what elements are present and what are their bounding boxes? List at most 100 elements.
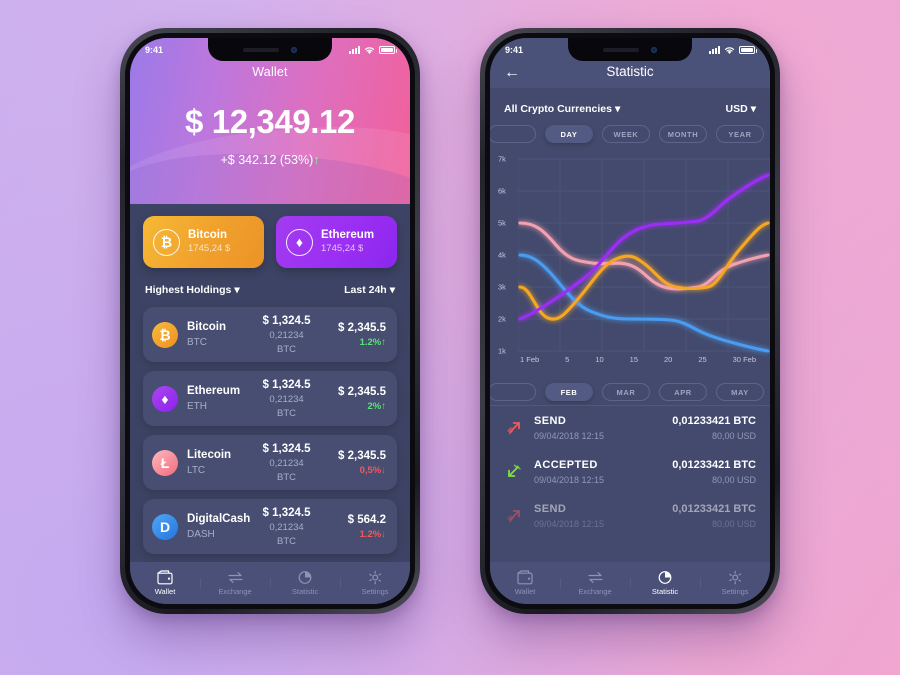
month-pill-feb[interactable]: FEB <box>545 383 593 401</box>
chevron-down-icon: ▾ <box>614 103 621 115</box>
list-item[interactable]: ACCEPTED 09/04/2018 12:15 0,01233421 BTC… <box>490 450 770 494</box>
coin-price-block: $ 1,324.5 0,21234 BTC <box>261 377 312 420</box>
phone-frame: 9:41 ← Statistic All Crypto Currencies ▾… <box>480 28 780 614</box>
month-selector: FEB MAR APR MAY <box>490 375 764 401</box>
transaction-type: SEND <box>534 415 567 427</box>
notch <box>568 38 692 61</box>
month-pill-mar[interactable]: MAR <box>602 383 650 401</box>
speaker-icon <box>243 47 279 52</box>
coin-price: $ 1,324.5 <box>262 507 311 520</box>
statistic-page: ← Statistic All Crypto Currencies ▾ USD ▾ <box>490 38 770 604</box>
list-filters: Highest Holdings ▾ Last 24h ▾ <box>145 280 395 298</box>
month-pill-partial[interactable] <box>490 383 536 401</box>
coin-change: 1.2%↓ <box>312 528 386 541</box>
transaction-fiat: 80,00 USD <box>711 474 756 485</box>
x-tick: 10 <box>595 355 604 364</box>
fiat-dropdown[interactable]: USD ▾ <box>726 99 756 117</box>
balance-amount: $ 12,349.12 <box>185 103 355 140</box>
tab-label: Settings <box>361 587 389 596</box>
coin-amount: 0,21234 BTC <box>269 458 304 483</box>
period-dropdown-label: Last 24h <box>344 284 387 296</box>
table-row[interactable]: D DigitalCash DASH $ 1,324.5 0,21234 BTC… <box>143 499 397 554</box>
battery-icon <box>739 46 757 54</box>
price-chart[interactable]: 7k 6k 5k 4k 3k 2k 1k 1 Feb 5 10 15 20 25… <box>494 153 770 371</box>
battery-icon <box>379 46 397 54</box>
chevron-down-icon: ▾ <box>750 103 756 115</box>
table-row[interactable]: ♦ Ethereum ETH $ 1,324.5 0,21234 BTC $ 2… <box>143 371 397 426</box>
statistic-icon <box>658 571 671 584</box>
statistic-icon <box>298 571 311 584</box>
quick-card-bitcoin[interactable]: ₿ Bitcoin 1745,24 $ <box>143 216 264 268</box>
back-arrow-icon[interactable]: ← <box>504 65 520 81</box>
transaction-info: SEND 09/04/2018 12:15 <box>534 501 662 531</box>
coin-amount: 0,21234 BTC <box>269 522 304 547</box>
sort-dropdown-label: Highest Holdings <box>145 284 232 296</box>
table-row[interactable]: ₿ Bitcoin BTC $ 1,324.5 0,21234 BTC $ 2,… <box>143 307 397 362</box>
coin-change-value: 1.2% <box>359 528 382 540</box>
coin-price-block: $ 1,324.5 0,21234 BTC <box>261 441 312 484</box>
coin-name: Litecoin <box>187 449 232 462</box>
quick-card-ethereum[interactable]: ♦ Ethereum 1745,24 $ <box>276 216 397 268</box>
send-arrow-icon <box>504 508 524 524</box>
range-pill-month[interactable]: MONTH <box>659 125 707 143</box>
month-pill-may[interactable]: MAY <box>716 383 764 401</box>
coin-price: $ 1,324.5 <box>262 443 311 456</box>
dash-icon: D <box>152 513 178 540</box>
tab-wallet[interactable]: Wallet <box>490 570 560 596</box>
coin-value: $ 2,345.5 <box>338 321 386 334</box>
x-tick: 15 <box>629 355 638 364</box>
month-pill-apr[interactable]: APR <box>659 383 707 401</box>
coin-identity: Bitcoin BTC <box>187 319 261 349</box>
tab-label: Exchange <box>218 587 252 596</box>
range-pill-day[interactable]: DAY <box>545 125 593 143</box>
coin-symbol: ETH <box>187 400 207 412</box>
signal-icon <box>349 46 360 54</box>
status-indicators <box>709 46 757 55</box>
period-dropdown[interactable]: Last 24h ▾ <box>344 280 395 298</box>
chart-canvas <box>518 158 770 353</box>
arrow-down-icon: ↓ <box>381 528 386 540</box>
tab-statistic[interactable]: Statistic <box>630 570 700 596</box>
status-time: 9:41 <box>145 45 164 55</box>
bottom-tab-bar: Wallet Exchange Statistic Settings <box>130 562 410 604</box>
wallet-page: Wallet $ 12,349.12 +$ 342.12 (53%)↑ ₿ Bi… <box>130 38 410 604</box>
phone-statistic: 9:41 ← Statistic All Crypto Currencies ▾… <box>480 28 780 614</box>
list-item[interactable]: SEND 09/04/2018 12:15 0,01233421 BTC 80,… <box>490 405 770 450</box>
tab-wallet[interactable]: Wallet <box>130 570 200 596</box>
quick-card-name: Ethereum <box>321 228 375 241</box>
coin-price-block: $ 1,324.5 0,21234 BTC <box>261 313 312 356</box>
phone-screen-wallet: 9:41 Wallet $ 12,349.12 +$ 342.12 (53%)↑… <box>130 38 410 604</box>
tab-settings[interactable]: Settings <box>340 570 410 596</box>
transaction-info: ACCEPTED 09/04/2018 12:15 <box>534 457 662 487</box>
currency-dropdown[interactable]: All Crypto Currencies ▾ <box>504 99 620 117</box>
coin-symbol: BTC <box>187 336 207 348</box>
sort-dropdown[interactable]: Highest Holdings ▾ <box>145 280 240 298</box>
tab-statistic[interactable]: Statistic <box>270 570 340 596</box>
range-pill-partial[interactable] <box>490 125 536 143</box>
coin-value: $ 564.2 <box>347 513 386 526</box>
range-pill-year[interactable]: YEAR <box>716 125 764 143</box>
chevron-down-icon: ▾ <box>234 284 240 296</box>
phone-wallet: 9:41 Wallet $ 12,349.12 +$ 342.12 (53%)↑… <box>120 28 420 614</box>
arrow-up-icon: ↑ <box>313 153 320 167</box>
coin-price: $ 1,324.5 <box>262 315 311 328</box>
list-item[interactable]: SEND 09/04/2018 12:15 0,01233421 BTC 80,… <box>490 494 770 538</box>
coin-change: 0,5%↓ <box>312 464 386 477</box>
phone-frame-inner: 9:41 ← Statistic All Crypto Currencies ▾… <box>485 33 775 609</box>
fiat-dropdown-label: USD <box>725 103 748 115</box>
send-arrow-icon <box>504 420 524 436</box>
tab-settings[interactable]: Settings <box>700 570 770 596</box>
range-pill-week[interactable]: WEEK <box>602 125 650 143</box>
tab-exchange[interactable]: Exchange <box>200 570 270 596</box>
table-row[interactable]: Ł Litecoin LTC $ 1,324.5 0,21234 BTC $ 2… <box>143 435 397 490</box>
notch <box>208 38 332 61</box>
quick-card-text: Bitcoin 1745,24 $ <box>188 228 230 256</box>
tab-label: Wallet <box>514 587 536 596</box>
wallet-body: ₿ Bitcoin 1745,24 $ ♦ Ethereum 1745,24 $… <box>130 204 410 604</box>
ethereum-icon: ♦ <box>286 228 313 256</box>
tab-label: Wallet <box>154 587 176 596</box>
coin-price-block: $ 1,324.5 0,21234 BTC <box>261 505 312 548</box>
quick-card-price: 1745,24 $ <box>321 243 364 255</box>
coin-value: $ 2,345.5 <box>338 449 386 462</box>
tab-exchange[interactable]: Exchange <box>560 570 630 596</box>
